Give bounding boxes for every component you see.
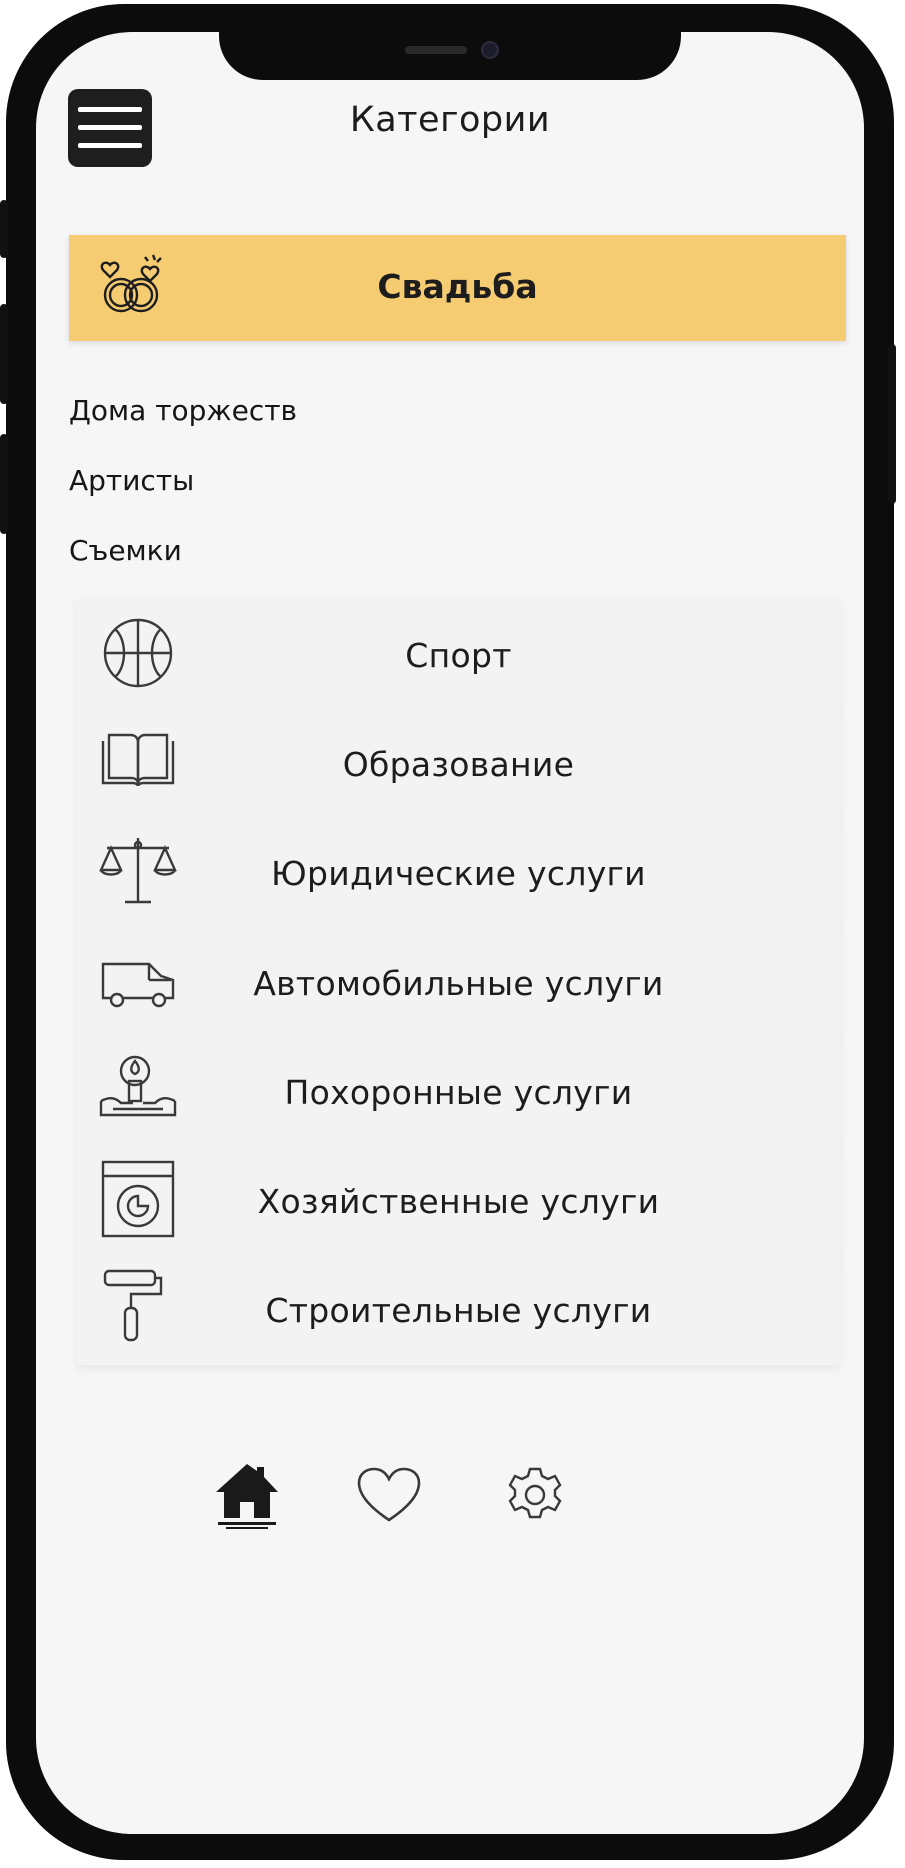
category-label: Свадьба [377, 267, 538, 306]
category-label: Хозяйственные услуги [257, 1182, 660, 1221]
volume-down-button [0, 434, 8, 534]
subcategory-artists[interactable]: Артисты [69, 464, 194, 497]
notch [219, 32, 681, 80]
subcategory-photoshoots[interactable]: Съемки [69, 534, 182, 567]
app-screen: Категории Свадьба Дома торжеств Артисты … [36, 32, 864, 1834]
volume-up-button [0, 304, 8, 404]
category-automotive[interactable]: Автомобильные услуги [77, 926, 840, 1038]
home-icon [216, 1464, 278, 1529]
heart-icon [357, 1467, 421, 1522]
category-label: Спорт [405, 636, 512, 675]
category-funeral[interactable]: Похоронные услуги [77, 1035, 840, 1147]
speaker-grille [405, 46, 467, 54]
category-label: Юридические услуги [271, 854, 646, 893]
action-button [0, 200, 8, 258]
category-label: Строительные услуги [265, 1291, 652, 1330]
front-camera [481, 41, 499, 59]
nav-settings[interactable] [506, 1466, 564, 1524]
category-sport[interactable]: Спорт [77, 598, 840, 710]
power-button [888, 344, 896, 504]
category-legal[interactable]: Юридические услуги [77, 816, 840, 928]
category-label: Похоронные услуги [284, 1073, 633, 1112]
category-education[interactable]: Образование [77, 707, 840, 819]
category-household[interactable]: Хозяйственные услуги [77, 1144, 840, 1256]
subcategory-celebration-halls[interactable]: Дома торжеств [69, 394, 297, 427]
nav-home[interactable] [214, 1460, 280, 1530]
phone-frame: Категории Свадьба Дома торжеств Артисты … [0, 4, 896, 1860]
category-label: Образование [342, 745, 575, 784]
page-title: Категории [349, 100, 551, 140]
menu-bar-icon [78, 143, 142, 148]
nav-favorites[interactable] [356, 1466, 422, 1526]
category-construction[interactable]: Строительные услуги [77, 1253, 840, 1365]
category-label: Автомобильные услуги [253, 964, 664, 1003]
gear-icon [508, 1467, 562, 1519]
category-wedding[interactable]: Свадьба [69, 235, 846, 341]
